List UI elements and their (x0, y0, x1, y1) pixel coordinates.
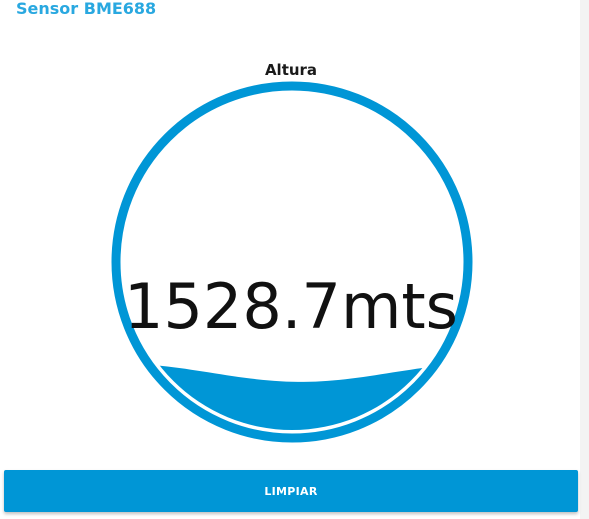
liquid-fill-gauge (111, 81, 473, 443)
gauge-value: 1528.7mts (124, 270, 458, 343)
gauge-liquid-fill (124, 363, 460, 430)
app-window: Sensor BME688 Altura 1528.7mts LIMPIAR (0, 0, 589, 519)
clear-button[interactable]: LIMPIAR (4, 470, 578, 512)
